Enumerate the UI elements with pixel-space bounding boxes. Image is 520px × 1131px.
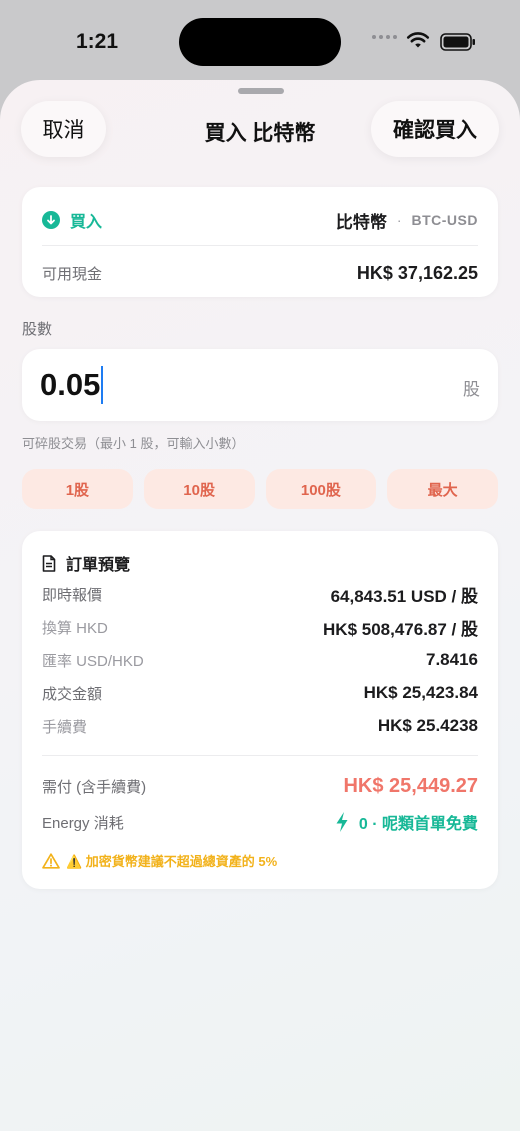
order-preview-card: 訂單預覽 即時報價 64,843.51 USD / 股 換算 HKD HK$ 5… [22,531,498,889]
side-row: 買入 比特幣 · BTC-USD [42,207,478,233]
converted-price-value: HK$ 508,476.87 / 股 [323,619,478,639]
battery-icon [440,33,475,51]
arrow-down-circle-icon [42,211,60,229]
cash-value: HK$ 37,162.25 [356,262,478,283]
quick-1-share-button[interactable]: 1股 [22,469,133,509]
crypto-warning: ⚠️ 加密貨幣建議不超過總資產的 5% [42,851,277,870]
order-info-card: 買入 比特幣 · BTC-USD 可用現金 HK$ 37,162.25 [22,187,498,297]
energy-value: 0 · 呢類首單免費 [358,816,478,833]
fee-value: HK$ 25.4238 [377,716,478,735]
realtime-price-value: 64,843.51 USD / 股 [330,586,478,606]
ticker-symbol: BTC-USD [411,212,478,228]
text-cursor [101,366,104,404]
total-due-value: HK$ 25,449.27 [343,774,478,797]
bolt-icon [336,812,348,832]
sheet-grabber[interactable] [238,88,284,94]
quantity-value-wrap[interactable]: 0.05 [40,366,104,404]
cellular-signal-icon [372,35,397,39]
separator: · [396,212,402,228]
order-preview-title: 訂單預覽 [42,551,130,575]
asset-name: 比特幣 [335,212,387,232]
divider [42,245,478,246]
quantity-section-label: 股數 [22,321,53,338]
quick-100-shares-button[interactable]: 100股 [265,469,377,509]
converted-price-label: 換算 HKD [42,619,108,637]
side-indicator: 買入 [42,208,102,232]
realtime-price-label: 即時報價 [42,586,103,604]
quantity-value[interactable]: 0.05 [40,367,100,403]
cash-row: 可用現金 HK$ 37,162.25 [42,261,478,285]
exchange-rate-row: 匯率 USD/HKD 7.8416 [42,648,478,672]
warning-icon [42,852,60,869]
exchange-rate-value: 7.8416 [426,650,478,669]
quantity-input[interactable]: 0.05 股 [22,349,498,421]
quick-10-shares-button[interactable]: 10股 [143,469,255,509]
side-label: 買入 [70,214,103,231]
total-due-label: 需付 (含手續費) [42,778,147,796]
fee-label: 手續費 [42,718,88,736]
summary-title-text: 訂單預覽 [66,557,131,574]
converted-price-row: 換算 HKD HK$ 508,476.87 / 股 [42,615,478,639]
exchange-rate-label: 匯率 USD/HKD [42,652,144,670]
energy-row: Energy 消耗 0 · 呢類首單免費 [42,810,478,834]
quick-quantity-buttons: 1股 10股 100股 最大 [22,469,498,509]
trade-amount-value: HK$ 25,423.84 [363,683,478,702]
trade-amount-label: 成交金額 [42,685,103,703]
energy-value-wrap: 0 · 呢類首單免費 [335,810,478,834]
wifi-icon [406,32,430,48]
cancel-button[interactable]: 取消 [21,101,106,157]
summary-divider [42,755,478,756]
cash-label: 可用現金 [42,265,103,283]
asset-info: 比特幣 · BTC-USD [336,208,478,233]
fee-row: 手續費 HK$ 25.4238 [42,714,478,738]
warning-text: ⚠️ 加密貨幣建議不超過總資產的 5% [66,854,278,869]
trade-amount-row: 成交金額 HK$ 25,423.84 [42,681,478,705]
status-time: 1:21 [76,30,119,53]
document-icon [42,554,56,572]
energy-label: Energy 消耗 [42,814,124,832]
buy-sheet: 取消 買入 比特幣 確認買入 買入 比特幣 · BTC-USD 可用現金 HK$… [0,80,520,1131]
status-bar: 1:21 [0,0,520,82]
quantity-unit: 股 [463,380,480,399]
dynamic-island [179,18,341,66]
fractional-hint: 可碎股交易（最小 1 股，可輸入小數） [22,436,245,451]
sheet-title: 買入 比特幣 [204,122,316,145]
confirm-buy-button[interactable]: 確認買入 [371,101,499,157]
realtime-price-row: 即時報價 64,843.51 USD / 股 [42,582,478,606]
quick-max-button[interactable]: 最大 [387,469,498,509]
total-due-row: 需付 (含手續費) HK$ 25,449.27 [42,774,478,798]
